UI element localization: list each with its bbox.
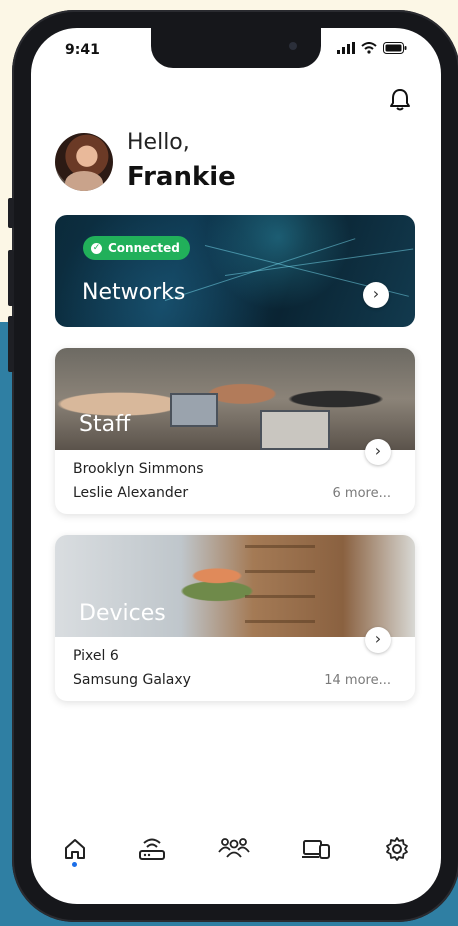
devices-more-link[interactable]: 14 more... bbox=[324, 673, 391, 688]
status-time: 9:41 bbox=[65, 42, 100, 58]
laptop-image bbox=[260, 410, 330, 450]
tab-settings[interactable] bbox=[380, 832, 414, 866]
staff-title: Staff bbox=[79, 412, 131, 437]
devices-icon bbox=[302, 840, 330, 859]
wifi-icon bbox=[361, 42, 377, 54]
tab-devices[interactable] bbox=[299, 832, 333, 866]
avatar[interactable] bbox=[55, 133, 113, 191]
laptop-image bbox=[170, 393, 218, 427]
camera bbox=[289, 42, 297, 50]
staff-member: Brooklyn Simmons bbox=[73, 461, 204, 477]
bell-icon[interactable] bbox=[389, 88, 411, 116]
chevron-right-icon[interactable]: › bbox=[363, 282, 389, 308]
status-icons bbox=[337, 42, 407, 54]
chevron-right-icon[interactable]: › bbox=[365, 627, 391, 653]
people-icon bbox=[218, 838, 250, 858]
connected-badge: ✓ Connected bbox=[83, 236, 190, 260]
device-item: Samsung Galaxy bbox=[73, 672, 191, 688]
tab-people[interactable] bbox=[217, 832, 251, 866]
greeting-name: Frankie bbox=[127, 162, 236, 192]
devices-card[interactable]: Devices › Pixel 6 Samsung Galaxy 14 more… bbox=[55, 535, 415, 701]
tab-bar bbox=[31, 818, 441, 878]
notch bbox=[151, 28, 321, 68]
networks-title: Networks bbox=[82, 280, 186, 305]
device-item: Pixel 6 bbox=[73, 648, 119, 664]
shelf bbox=[245, 595, 315, 598]
shelf bbox=[245, 620, 315, 623]
staff-member: Leslie Alexander bbox=[73, 485, 189, 501]
shelf bbox=[245, 545, 315, 548]
tab-home[interactable] bbox=[58, 832, 92, 866]
active-tab-indicator bbox=[72, 862, 77, 867]
tab-network[interactable] bbox=[135, 832, 169, 866]
chevron-right-icon[interactable]: › bbox=[365, 439, 391, 465]
connected-label: Connected bbox=[108, 241, 180, 255]
devices-title: Devices bbox=[79, 601, 166, 626]
phone-screen: 9:41 Hello, Frankie ✓ Connected Networks… bbox=[31, 28, 441, 904]
gear-icon bbox=[386, 837, 408, 861]
staff-more-link[interactable]: 6 more... bbox=[333, 486, 391, 501]
light-streak bbox=[164, 238, 356, 301]
router-icon bbox=[139, 838, 165, 860]
greeting-hello: Hello, bbox=[127, 130, 190, 155]
check-icon: ✓ bbox=[91, 242, 102, 254]
home-icon bbox=[65, 839, 85, 859]
side-button bbox=[8, 250, 14, 306]
side-button bbox=[8, 316, 14, 372]
networks-card[interactable]: ✓ Connected Networks › bbox=[55, 215, 415, 327]
side-button bbox=[8, 198, 14, 228]
shelf bbox=[245, 570, 315, 573]
battery-icon bbox=[383, 42, 407, 54]
signal-icon bbox=[337, 42, 355, 54]
staff-card[interactable]: Staff › Brooklyn Simmons Leslie Alexande… bbox=[55, 348, 415, 514]
